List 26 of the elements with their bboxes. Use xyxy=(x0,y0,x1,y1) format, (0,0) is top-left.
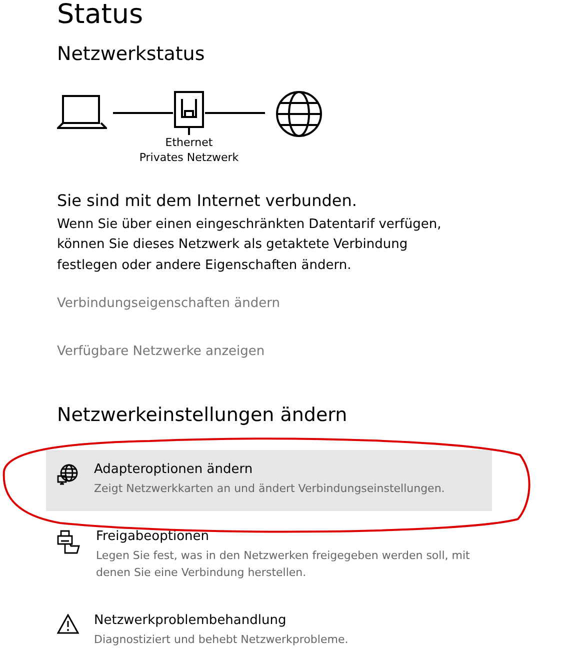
item-title: Freigabeoptionen xyxy=(96,528,210,546)
connection-line xyxy=(205,112,265,114)
item-description: Diagnostiziert und behebt Netzwerkprobleme. xyxy=(94,632,348,648)
network-type-label: Privates Netzwerk xyxy=(139,150,239,164)
warning-icon xyxy=(57,614,79,634)
settings-item[interactable]: Netzwerkproblembehandlung Diagnostiziert und behebt Netzwerkprobleme. xyxy=(46,600,492,657)
laptop-icon xyxy=(57,94,107,130)
settings-item[interactable]: Adapteroptionen ändern Zeigt Netzwerkkarten an und ändert Verbindungseinstellungen. xyxy=(46,450,492,510)
ethernet-port-icon xyxy=(173,90,205,134)
section-heading: Netzwerkstatus xyxy=(57,42,205,67)
item-title: Netzwerkproblembehandlung xyxy=(94,612,288,630)
globe-monitor-icon xyxy=(57,462,79,484)
adapter-label: Ethernet xyxy=(165,134,213,150)
page-title: Status xyxy=(57,0,144,30)
settings-link[interactable]: Verbindungseigenschaften ändern xyxy=(57,294,280,314)
item-title: Adapteroptionen ändern xyxy=(94,460,254,478)
item-description: Zeigt Netzwerkkarten an und ändert Verbindungseinstellungen. xyxy=(94,480,445,496)
settings-item[interactable]: Freigabeoptionen Legen Sie fest, was in den Netzwerken freigegeben werden soll, mit denen Sie eine Verbindung herstellen. xyxy=(46,516,492,594)
connection-line xyxy=(113,112,173,114)
connection-description: Wenn Sie über einen eingeschränkten Datentarif verfügen, können Sie dieses Netzwerk als getaktete Verbindung festlegen oder andere Eigenschaften ändern. xyxy=(57,216,442,274)
printer-folder-icon xyxy=(57,530,81,554)
item-description: Legen Sie fest, was in den Netzwerken freigegeben werden soll, mit denen Sie eine Verbindung herstellen. xyxy=(96,548,471,580)
section-heading: Netzwerkeinstellungen ändern xyxy=(57,403,348,428)
globe-icon xyxy=(275,90,323,138)
connection-status-title: Sie sind mit dem Internet verbunden. xyxy=(57,190,357,212)
settings-link[interactable]: Verfügbare Netzwerke anzeigen xyxy=(57,342,265,361)
